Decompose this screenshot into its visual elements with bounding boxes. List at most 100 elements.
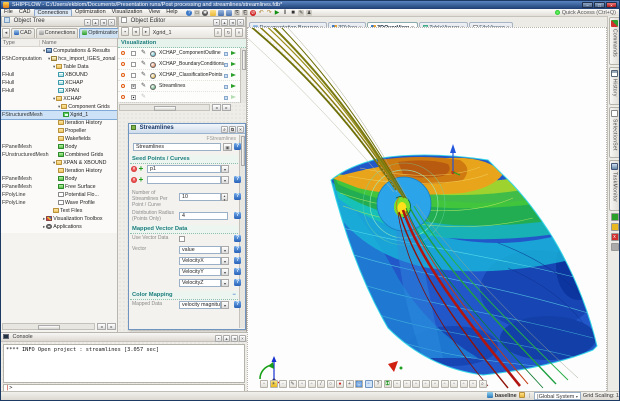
panel-dock-icon[interactable]: ◂ (229, 19, 236, 26)
edit-script-icon[interactable]: ✎ (298, 10, 304, 16)
probe-icon[interactable]: ? (374, 380, 382, 388)
distribution-radius-field[interactable]: 4 (179, 212, 228, 220)
render-state-icon[interactable] (121, 84, 125, 88)
panel-float-icon[interactable]: ▴ (92, 19, 99, 26)
open-folder-icon[interactable] (210, 10, 216, 16)
visualization-item[interactable]: ✎XCHAP_ClassificationPoints (118, 70, 246, 81)
tree-h-scrollbar[interactable]: ◂ ▸ (2, 322, 117, 331)
panel-close-icon[interactable]: × (239, 335, 246, 342)
menu-item-view[interactable]: View (145, 9, 163, 16)
options-icon[interactable] (224, 85, 228, 89)
help-icon[interactable]: ? (234, 193, 241, 200)
scroll-right-icon[interactable]: ▸ (222, 104, 231, 111)
save-icon[interactable] (218, 10, 224, 16)
help-icon[interactable]: ? (234, 143, 241, 150)
world-icon[interactable]: ▫ (355, 380, 363, 388)
camera-icon[interactable]: ▫ (460, 380, 468, 388)
folder-icon[interactable] (519, 392, 525, 398)
viz-h-scrollbar[interactable]: ◂ ▸ (119, 103, 234, 112)
pan-icon[interactable]: ▫ (393, 380, 401, 388)
abort-icon[interactable]: ⊘ (250, 10, 256, 16)
panel-dock-icon[interactable]: ◂ (100, 19, 107, 26)
streamlines-panel-header[interactable]: Streamlines ⌕ ⧉ × (129, 124, 245, 134)
lock-icon[interactable]: ⚿ (384, 380, 392, 388)
panel-v-scrollbar[interactable] (239, 135, 245, 328)
edit-icon[interactable]: ✎ (141, 81, 146, 92)
help-icon[interactable]: ? (234, 235, 241, 242)
panel-float-icon[interactable]: ▴ (221, 19, 228, 26)
seed-points-section-header[interactable]: Seed Points / Curves (130, 155, 238, 164)
scroll-right-icon[interactable]: ▸ (107, 323, 116, 330)
options-icon[interactable] (224, 74, 228, 78)
history-icon[interactable]: ▪ (121, 27, 129, 36)
tree-row[interactable]: ▾XPAN & XBOUND (1, 159, 117, 167)
visualization-item[interactable]: ✎XCHAP_ComponentOutline (118, 48, 246, 59)
help-icon[interactable]: ? (186, 10, 192, 16)
visibility-checkbox[interactable] (131, 73, 136, 78)
tree-row[interactable]: FHullXBOUND (1, 71, 117, 79)
panel-close-icon[interactable]: × (108, 19, 115, 26)
edit-icon[interactable]: ✎ (141, 70, 146, 81)
panel-pin-icon[interactable]: ▪ (213, 19, 220, 26)
help-icon[interactable]: ? (234, 301, 241, 308)
view-side-icon[interactable]: ▫ (450, 380, 458, 388)
options-icon[interactable] (224, 96, 228, 100)
show-arrow-icon[interactable] (231, 51, 236, 55)
tree-row[interactable]: FStructuredMeshXgrid_1 (1, 111, 117, 119)
collapse-icon[interactable]: − (233, 291, 236, 300)
use-vector-data-checkbox[interactable] (179, 236, 185, 242)
undo-icon[interactable]: ↶ (258, 10, 264, 16)
new-document-icon[interactable]: ▭ (194, 10, 200, 16)
vector-data-section-header[interactable]: Mapped Vector Data (130, 225, 238, 234)
pause-icon[interactable]: ‖ (282, 10, 288, 16)
show-arrow-icon[interactable] (231, 84, 236, 88)
expand-open-icon[interactable]: ▾ (43, 48, 45, 53)
menu-item-visualization[interactable]: Visualization (109, 9, 146, 16)
point-icon[interactable]: · (279, 380, 287, 388)
help-icon[interactable]: ? (234, 279, 241, 286)
scroll-thumb[interactable] (154, 106, 176, 111)
panel-duplicate-icon[interactable]: ⧉ (229, 126, 236, 133)
expand-open-icon[interactable]: ▾ (53, 96, 55, 101)
mapped-data-select[interactable]: velocity magnitude (179, 301, 221, 309)
options-icon[interactable] (224, 63, 228, 67)
redo-icon[interactable]: ↷ (266, 10, 272, 16)
panel-float-icon[interactable]: ▴ (223, 335, 230, 342)
visualization-item[interactable]: ✎XCHAP_BoundaryConditions (118, 59, 246, 70)
object-editor-header[interactable]: Object Editor ▪ ▴ ◂ × (118, 16, 246, 27)
dropdown-arrow-icon[interactable]: ▾ (221, 279, 229, 287)
box-icon[interactable]: ▫ (308, 380, 316, 388)
tree-row[interactable]: ▸Applications (1, 223, 117, 231)
minimize-button[interactable]: − (582, 2, 593, 8)
task-warn-icon[interactable] (611, 223, 619, 231)
tree-row[interactable]: ▾XCHAP (1, 95, 117, 103)
name-field[interactable]: Streamlines (133, 143, 221, 151)
tree-row[interactable]: FShComputation▾hcs_import_IGES_zonal (1, 55, 117, 63)
editor-close-icon[interactable]: × (235, 28, 243, 37)
velocity-z-select[interactable]: VelocityZ (179, 279, 221, 287)
tree-row[interactable]: FUnstructuredMeshCombined Grids (1, 151, 117, 159)
tree-row[interactable]: ▸Visualization Toolbox (1, 215, 117, 223)
visibility-checkbox[interactable]: × (131, 84, 136, 89)
show-arrow-icon[interactable] (231, 73, 236, 77)
dropdown-arrow-icon[interactable]: ▾ (221, 268, 229, 276)
edit-icon[interactable]: ✎ (141, 92, 146, 103)
tree-column-header[interactable]: Type Name (1, 39, 117, 47)
image-button[interactable]: ▣ (223, 143, 232, 151)
dropdown-arrow-icon[interactable]: ▾ (221, 257, 229, 265)
scroll-thumb[interactable] (38, 325, 61, 330)
dropdown-arrow-icon[interactable]: ▾ (221, 176, 229, 184)
menu-item-cad[interactable]: CAD (16, 9, 34, 16)
show-arrow-icon[interactable] (231, 62, 236, 66)
render-state-icon[interactable] (121, 51, 125, 55)
tree-row[interactable]: FPanelMeshBody (1, 143, 117, 151)
save-all-icon[interactable] (226, 10, 232, 16)
tree-row[interactable]: FPolyLineWave Profile (1, 199, 117, 207)
color-mapping-section-header[interactable]: Color Mapping − (130, 291, 238, 300)
tree-row[interactable]: Propeller (1, 127, 117, 135)
console-log[interactable]: **** INFO Open project : streamlines [3.… (3, 344, 245, 383)
expand-open-icon[interactable]: ▾ (58, 104, 60, 109)
visualization-item[interactable]: ×✎Streamlines (118, 81, 246, 92)
title-bar[interactable]: SHIPFLOW - C:/Users/ekblom/Documents/Pre… (1, 1, 619, 9)
search-icon[interactable]: ⌕ (479, 380, 487, 388)
